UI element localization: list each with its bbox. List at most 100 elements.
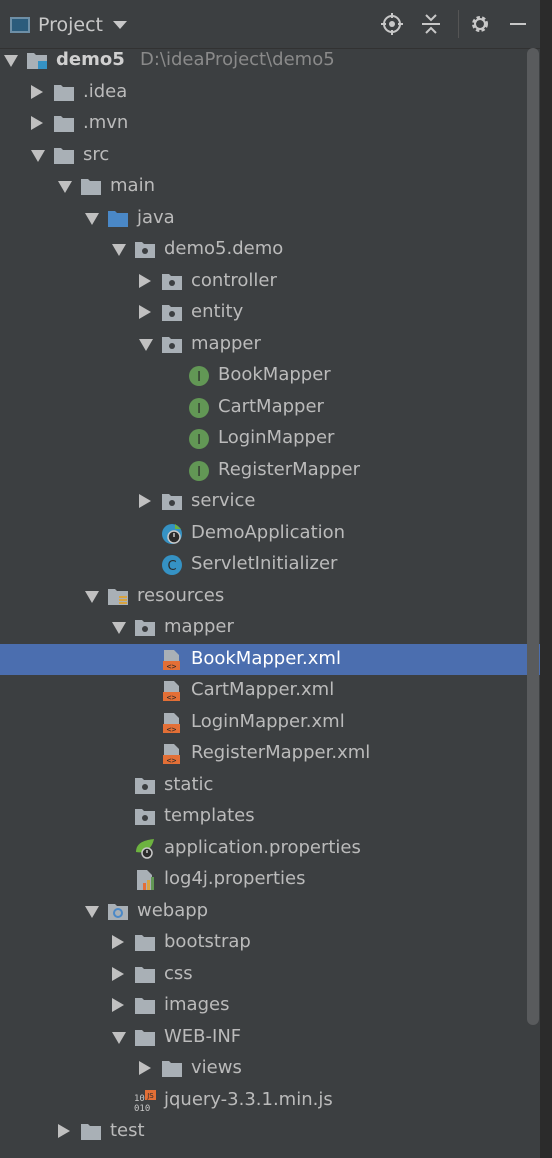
panel-title: Project xyxy=(38,14,104,36)
collapse-arrow-icon[interactable] xyxy=(139,1061,151,1075)
expand-arrow-icon[interactable] xyxy=(112,1031,126,1044)
tree-row[interactable]: images xyxy=(0,990,540,1021)
package-icon xyxy=(161,271,183,291)
folder-icon xyxy=(80,1121,102,1141)
svg-text:010: 010 xyxy=(134,1104,150,1112)
collapse-arrow-icon[interactable] xyxy=(112,966,124,981)
expand-arrow-icon[interactable] xyxy=(85,590,99,603)
tree-row[interactable]: <> LoginMapper.xml xyxy=(0,707,540,738)
collapse-arrow-icon[interactable] xyxy=(139,273,151,288)
tree-row[interactable]: views xyxy=(0,1053,540,1084)
tree-row[interactable]: src xyxy=(0,140,540,171)
tree-item-label: WEB-INF xyxy=(164,1025,242,1047)
tree-row[interactable]: <> RegisterMapper.xml xyxy=(0,738,540,769)
tree-row[interactable]: bootstrap xyxy=(0,927,540,958)
svg-text:<>: <> xyxy=(167,693,177,702)
tree-row[interactable]: entity xyxy=(0,297,540,328)
tree-row[interactable]: .mvn xyxy=(0,108,540,139)
expand-arrow-icon[interactable] xyxy=(139,338,153,351)
tree-row[interactable]: css xyxy=(0,959,540,990)
expand-arrow-icon[interactable] xyxy=(85,905,99,918)
tree-item-label: templates xyxy=(164,805,255,826)
svg-text:I: I xyxy=(197,370,201,385)
tree-row[interactable]: I LoginMapper xyxy=(0,423,540,454)
tree-item-label: DemoApplication xyxy=(191,521,346,543)
tree-row[interactable]: demo5.demo xyxy=(0,234,540,265)
tree-row[interactable]: C ServletInitializer xyxy=(0,549,540,580)
minimize-icon[interactable] xyxy=(506,12,530,36)
package-icon xyxy=(161,334,183,354)
class-icon: C xyxy=(161,554,183,575)
tree-row[interactable]: WEB-INF xyxy=(0,1022,540,1053)
tree-item-label: test xyxy=(110,1120,145,1141)
expand-arrow-icon[interactable] xyxy=(112,622,126,634)
tree-row[interactable]: controller xyxy=(0,266,540,297)
svg-text:<>: <> xyxy=(167,756,177,765)
folder-icon xyxy=(134,932,156,952)
gear-icon[interactable] xyxy=(468,12,492,36)
tree-row[interactable]: I CartMapper xyxy=(0,392,540,423)
tree-row[interactable]: static xyxy=(0,770,540,801)
collapse-arrow-icon[interactable] xyxy=(31,84,43,99)
folder-icon xyxy=(134,995,156,1015)
tree-row[interactable]: I RegisterMapper xyxy=(0,455,540,486)
project-view-selector[interactable]: Project xyxy=(10,12,128,38)
tree-row[interactable]: .idea xyxy=(0,77,540,108)
tree-row[interactable]: 10 010 JS jquery-3.3.1.min.js xyxy=(0,1085,540,1116)
tree-item-label: demo5.demo xyxy=(164,238,284,259)
folder-icon xyxy=(161,1058,183,1078)
xml-file-icon: <> xyxy=(161,649,183,671)
expand-arrow-icon[interactable] xyxy=(85,212,99,225)
tree-row[interactable]: webapp xyxy=(0,896,540,927)
tree-row[interactable]: mapper xyxy=(0,329,540,360)
tree-row[interactable]: service xyxy=(0,486,540,517)
tree-item-label: bootstrap xyxy=(164,931,251,952)
tree-item-label: log4j.properties xyxy=(164,868,306,889)
collapse-arrow-icon[interactable] xyxy=(112,935,124,949)
tree-item-label: src xyxy=(83,143,110,165)
tree-row[interactable]: main xyxy=(0,171,540,202)
tree-row[interactable]: resources xyxy=(0,581,540,612)
tree-item-label: BookMapper xyxy=(218,364,331,385)
tree-row[interactable]: <> CartMapper.xml xyxy=(0,675,540,706)
package-icon xyxy=(161,491,183,511)
properties-file-icon xyxy=(134,869,156,890)
collapse-arrow-icon[interactable] xyxy=(112,998,124,1012)
tree-item-label: controller xyxy=(191,269,277,291)
tree-row[interactable]: java xyxy=(0,203,540,234)
tree-row[interactable]: I BookMapper xyxy=(0,360,540,391)
collapse-arrow-icon[interactable] xyxy=(139,305,151,319)
expand-arrow-icon[interactable] xyxy=(4,55,18,67)
expand-arrow-icon[interactable] xyxy=(31,149,45,162)
tree-row[interactable]: test xyxy=(0,1116,540,1147)
collapse-arrow-icon[interactable] xyxy=(31,116,43,130)
expand-arrow-icon[interactable] xyxy=(58,181,72,193)
collapse-arrow-icon[interactable] xyxy=(58,1124,70,1138)
tree-row[interactable]: log4j.properties xyxy=(0,864,540,895)
tree-row[interactable]: <> BookMapper.xml xyxy=(0,643,540,675)
expand-arrow-icon[interactable] xyxy=(112,244,126,256)
tree-item-label: mapper xyxy=(164,616,234,637)
tree-row[interactable]: templates xyxy=(0,801,540,832)
collapse-all-icon[interactable] xyxy=(419,12,443,36)
tree-row[interactable]: application.properties xyxy=(0,833,540,864)
xml-file-icon: <> xyxy=(161,680,183,702)
tree-item-label: .mvn xyxy=(83,112,129,133)
tree-row[interactable]: mapper xyxy=(0,612,540,643)
tree-item-label: LoginMapper.xml xyxy=(191,710,345,732)
tree-row[interactable]: demo5 D:\ideaProject\demo5 xyxy=(0,45,540,76)
tree-item-label: css xyxy=(164,962,193,984)
tree-row[interactable]: DemoApplication xyxy=(0,518,540,549)
interface-icon: I xyxy=(188,397,210,418)
interface-icon: I xyxy=(188,460,210,481)
svg-text:I: I xyxy=(197,402,201,417)
crosshair-icon[interactable] xyxy=(380,12,404,36)
tree-item-label: resources xyxy=(137,584,225,606)
editor-edge xyxy=(540,0,552,1158)
tree-item-label: static xyxy=(164,773,214,795)
tree-item-label: webapp xyxy=(137,899,209,921)
tree-item-label: demo5 xyxy=(56,49,125,70)
svg-text:JS: JS xyxy=(146,1092,154,1100)
collapse-arrow-icon[interactable] xyxy=(139,494,151,508)
vertical-scrollbar[interactable] xyxy=(527,48,539,1025)
